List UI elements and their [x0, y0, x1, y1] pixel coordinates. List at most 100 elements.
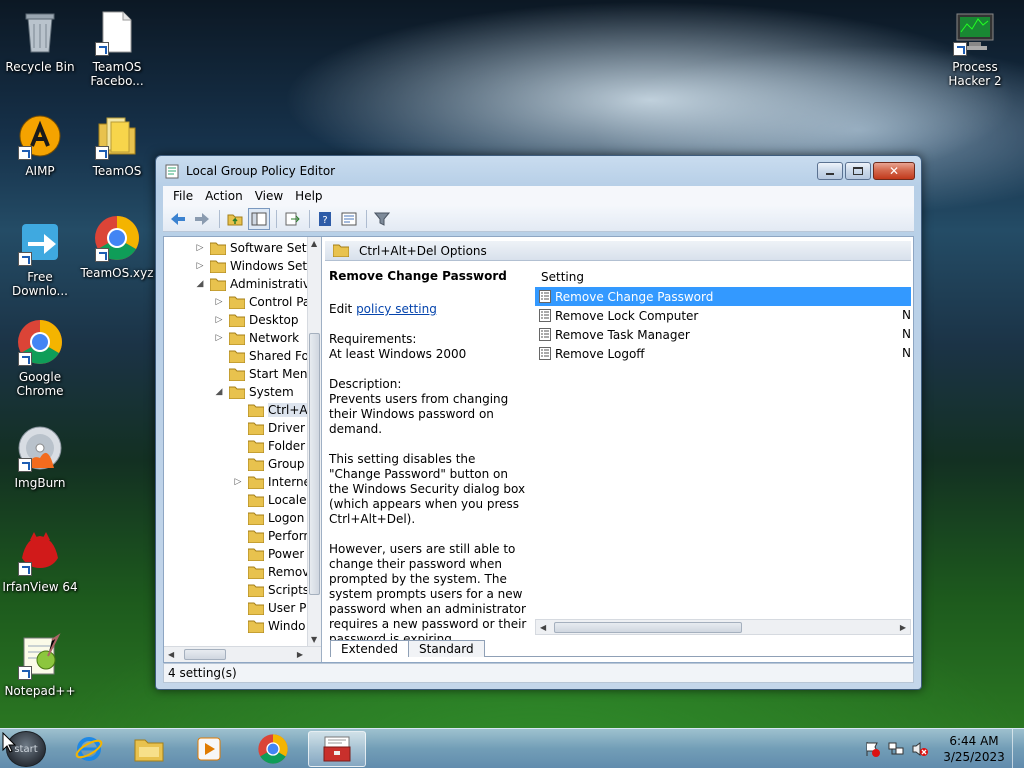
tree-expander-icon[interactable]: ▷ [213, 297, 225, 307]
disc-icon [16, 424, 64, 472]
tree-scroll-thumb[interactable] [309, 333, 320, 595]
tree-item[interactable]: ◢ Administrative [164, 275, 309, 293]
desktop-icon-notepad-plus-plus[interactable]: Notepad++ [0, 632, 80, 698]
tree-item[interactable]: ▷ Network [164, 329, 309, 347]
tree-item[interactable]: ◢ System [164, 383, 309, 401]
tree-expander-icon[interactable]: ◢ [194, 279, 206, 289]
table-row[interactable]: Remove Logoff N [535, 344, 911, 363]
tree-item[interactable]: Driver I [164, 419, 309, 437]
up-folder-button[interactable] [224, 208, 246, 230]
tree-item[interactable]: Start Menu [164, 365, 309, 383]
show-hide-tree-button[interactable] [248, 207, 270, 230]
table-row[interactable]: Remove Lock Computer N [535, 306, 911, 325]
tree-item[interactable]: Group [164, 455, 309, 473]
desktop-icon-google-chrome[interactable]: Google Chrome [0, 318, 80, 398]
desktop-icon-process-hacker[interactable]: Process Hacker 2 [935, 8, 1015, 88]
policy-setting-link[interactable]: policy setting [356, 302, 437, 316]
action-center-flag-icon[interactable] [864, 741, 880, 757]
desktop-icon-irfanview[interactable]: IrfanView 64 [0, 528, 80, 594]
back-button[interactable] [167, 208, 189, 230]
forward-button[interactable] [191, 208, 213, 230]
desktop-icon-recycle-bin[interactable]: Recycle Bin [0, 8, 80, 74]
tab-standard[interactable]: Standard [408, 640, 485, 657]
taskbar-internet-explorer[interactable] [62, 731, 116, 767]
tree-expander-icon[interactable]: ◢ [213, 387, 225, 397]
list-hscroll-thumb[interactable] [554, 622, 742, 633]
taskbar-media-player[interactable] [182, 731, 236, 767]
details-pane: Ctrl+Alt+Del Options Remove Change Passw… [323, 237, 913, 662]
forward-arrow-icon [195, 212, 209, 225]
tree-item[interactable]: Scripts [164, 581, 309, 599]
scroll-left-icon: ◀ [168, 650, 175, 659]
tree-expander-icon[interactable]: ▷ [213, 315, 225, 325]
desktop-icon-teamos-facebook[interactable]: TeamOS Facebo... [77, 8, 157, 88]
tree-expander-icon[interactable]: ▷ [194, 243, 206, 253]
tree-vertical-scrollbar[interactable]: ▲ ▼ [307, 237, 321, 646]
show-desktop-button[interactable] [1012, 729, 1024, 768]
title-bar[interactable]: Local Group Policy Editor ✕ [156, 156, 921, 186]
export-list-button[interactable] [281, 208, 303, 230]
close-button[interactable]: ✕ [873, 162, 915, 180]
taskbar-file-explorer[interactable] [122, 731, 176, 767]
tree-item[interactable]: Ctrl+A [164, 401, 309, 419]
tree-item[interactable]: Remov [164, 563, 309, 581]
taskbar-chrome[interactable] [246, 731, 300, 767]
filter-button[interactable] [371, 208, 393, 230]
folder-icon [248, 530, 264, 543]
scroll-down-icon: ▼ [311, 635, 318, 644]
tree-item[interactable]: User Pr [164, 599, 309, 617]
tree-item-label: Folder I [268, 439, 309, 453]
tree-item[interactable]: ▷ Control Pa [164, 293, 309, 311]
desktop-icon-aimp[interactable]: AIMP [0, 112, 80, 178]
tree-item[interactable]: Locale [164, 491, 309, 509]
tree-item[interactable]: ▷ Windows Sett [164, 257, 309, 275]
tree-item[interactable]: ▷ Desktop [164, 311, 309, 329]
folder-icon [248, 548, 264, 561]
folder-icon [229, 332, 245, 345]
folder-icon [229, 314, 245, 327]
menu-view[interactable]: View [249, 189, 289, 203]
desktop-icon-free-download[interactable]: Free Downlo... [0, 218, 80, 298]
tree-item[interactable]: Shared Fol [164, 347, 309, 365]
group-policy-editor-window[interactable]: Local Group Policy Editor ✕ File Action … [155, 155, 922, 690]
list-horizontal-scrollbar[interactable]: ◀ ▶ [535, 619, 911, 635]
folder-icon [248, 476, 264, 489]
menu-action[interactable]: Action [199, 189, 249, 203]
clock[interactable]: 6:44 AM 3/25/2023 [936, 733, 1012, 765]
menu-help[interactable]: Help [289, 189, 328, 203]
tree-item[interactable]: ▷ Interne [164, 473, 309, 491]
tree-item[interactable]: Logon [164, 509, 309, 527]
table-row[interactable]: Remove Change Password [535, 287, 911, 306]
column-header-setting[interactable]: Setting [535, 267, 911, 287]
folder-icon [248, 422, 264, 435]
scroll-up-icon: ▲ [311, 239, 318, 248]
tree-item-label: Ctrl+A [268, 403, 308, 417]
tree-expander-icon[interactable]: ▷ [194, 261, 206, 271]
tree-expander-icon[interactable]: ▷ [213, 333, 225, 343]
tree-item[interactable]: Windo [164, 617, 309, 635]
properties-button[interactable] [338, 208, 360, 230]
tree-item[interactable]: Perforn [164, 527, 309, 545]
desktop-icon-imgburn[interactable]: ImgBurn [0, 424, 80, 490]
volume-muted-icon[interactable] [912, 741, 928, 757]
desktop-icon-teamos-xyz[interactable]: TeamOS.xyz [77, 214, 157, 280]
tree-horizontal-scrollbar[interactable]: ◀ ▶ [164, 646, 321, 662]
minimize-button[interactable] [817, 162, 843, 180]
folder-icon [248, 458, 264, 471]
requirements-value: At least Windows 2000 [329, 347, 467, 361]
help-button[interactable]: ? [314, 208, 336, 230]
help-icon: ? [319, 211, 331, 226]
tree-expander-icon[interactable]: ▷ [232, 477, 244, 487]
tab-extended[interactable]: Extended [330, 640, 409, 657]
network-icon[interactable] [888, 741, 904, 757]
description-paragraph-3: However, users are still able to change … [329, 542, 527, 646]
taskbar-group-policy-editor[interactable] [308, 731, 366, 767]
table-row[interactable]: Remove Task Manager N [535, 325, 911, 344]
tree-hscroll-thumb[interactable] [184, 649, 226, 660]
maximize-button[interactable] [845, 162, 871, 180]
tree-item[interactable]: ▷ Software Setti [164, 239, 309, 257]
menu-file[interactable]: File [167, 189, 199, 203]
tree-item[interactable]: Folder I [164, 437, 309, 455]
desktop-icon-teamos[interactable]: TeamOS [77, 112, 157, 178]
tree-item[interactable]: Power [164, 545, 309, 563]
